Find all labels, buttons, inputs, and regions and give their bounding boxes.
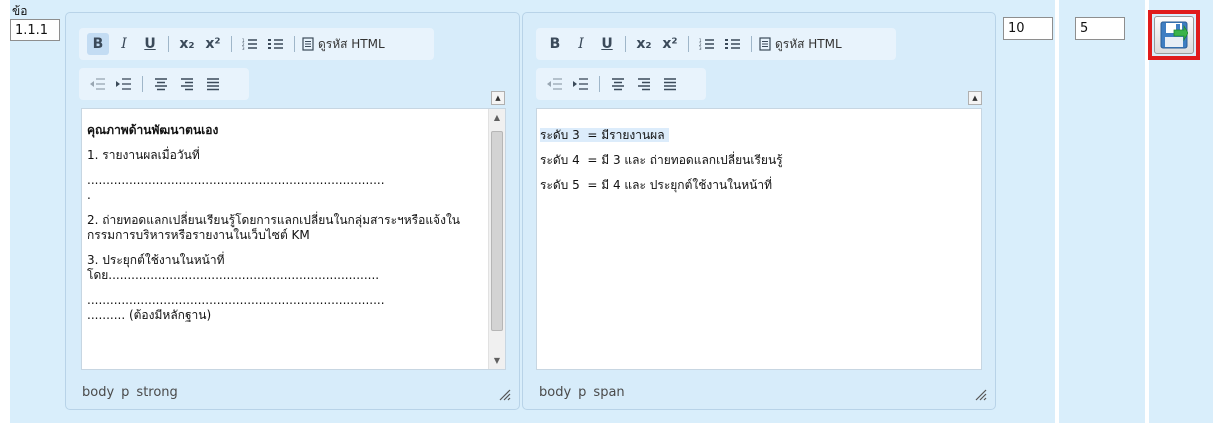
expand-toolbar-button[interactable]: ▲: [491, 91, 505, 105]
bullet-list-icon: [725, 39, 740, 49]
align-toolbar: [79, 68, 249, 100]
toolbar-separator: [599, 76, 600, 92]
bullet-list-icon: [268, 39, 283, 49]
ordered-list-button[interactable]: 123: [696, 33, 718, 55]
toolbar-separator: [142, 76, 143, 92]
view-html-label: ดูรหัส HTML: [775, 36, 842, 51]
description-line: 2. ถ่ายทอดแลกเปลี่ยนเรียนรู้โดยการแลกเปล…: [87, 213, 461, 242]
criteria-line: ระดับ 4 = มี 3 และ ถ่ายทอดแลกเปลี่ยนเรีย…: [540, 153, 783, 167]
path-item[interactable]: p: [121, 385, 129, 400]
view-html-button[interactable]: ดูรหัส HTML: [302, 33, 385, 55]
path-item[interactable]: strong: [136, 385, 177, 400]
align-center-icon: [612, 78, 624, 91]
path-item[interactable]: p: [578, 385, 586, 400]
bullet-list-button[interactable]: [722, 33, 744, 55]
toolbar-separator: [294, 36, 295, 52]
toolbar-separator: [688, 36, 689, 52]
svg-text:3: 3: [242, 46, 245, 51]
element-path-bar: body p strong: [66, 375, 519, 409]
indent-icon: [573, 78, 588, 90]
save-button[interactable]: [1154, 16, 1194, 54]
underline-button[interactable]: U: [596, 33, 618, 55]
criteria-editor: B I U x₂ x² 123 ดูรหัส HTML ▲ ระดับ 3 = …: [522, 12, 996, 410]
bold-button[interactable]: B: [87, 33, 109, 55]
score-value-field[interactable]: [1075, 17, 1125, 40]
toolbar-separator: [168, 36, 169, 52]
path-item[interactable]: body: [82, 385, 114, 400]
description-heading: คุณภาพด้านพัฒนาตนเอง: [87, 123, 219, 137]
scroll-thumb[interactable]: [491, 131, 503, 331]
save-disk-icon: [1160, 21, 1188, 49]
justify-button[interactable]: [659, 73, 681, 95]
document-icon: [302, 37, 314, 51]
outdent-icon: [90, 78, 105, 90]
subscript-button[interactable]: x₂: [176, 33, 198, 55]
toolbar-separator: [625, 36, 626, 52]
score-max-column: [1000, 0, 1055, 423]
path-item[interactable]: span: [593, 385, 624, 400]
element-path-bar: body p span: [523, 375, 995, 409]
view-html-button[interactable]: ดูรหัส HTML: [759, 33, 842, 55]
align-right-icon: [638, 78, 650, 91]
criteria-content[interactable]: ระดับ 3 = มีรายงานผล ระดับ 4 = มี 3 และ …: [536, 108, 982, 370]
toolbar-separator: [751, 36, 752, 52]
resize-handle-icon[interactable]: [499, 389, 511, 401]
toolbar-separator: [231, 36, 232, 52]
view-html-label: ดูรหัส HTML: [318, 36, 385, 51]
superscript-button[interactable]: x²: [202, 33, 224, 55]
justify-button[interactable]: [202, 73, 224, 95]
scroll-up-arrow-icon[interactable]: ▲: [489, 109, 505, 126]
description-line: ........................................…: [87, 293, 385, 322]
score-max-field[interactable]: [1003, 17, 1053, 40]
description-editor: B I U x₂ x² 123 ดูรหัส HTML ▲ คุณภาพด้าน…: [65, 12, 520, 410]
path-item[interactable]: body: [539, 385, 571, 400]
resize-handle-icon[interactable]: [975, 389, 987, 401]
outdent-icon: [547, 78, 562, 90]
format-toolbar: B I U x₂ x² 123 ดูรหัส HTML: [79, 28, 434, 60]
item-number-field[interactable]: [10, 19, 60, 41]
indent-button[interactable]: [570, 73, 592, 95]
description-content[interactable]: คุณภาพด้านพัฒนาตนเอง 1. รายงานผลเมื่อวัน…: [81, 108, 506, 370]
criteria-line: ระดับ 3 = มีรายงานผล: [537, 128, 967, 143]
scroll-down-arrow-icon[interactable]: ▼: [489, 352, 505, 369]
align-right-button[interactable]: [176, 73, 198, 95]
ordered-list-button[interactable]: 123: [239, 33, 261, 55]
svg-text:3: 3: [699, 46, 702, 51]
indent-button[interactable]: [113, 73, 135, 95]
align-center-button[interactable]: [150, 73, 172, 95]
bullet-list-button[interactable]: [265, 33, 287, 55]
description-line: 3. ประยุกต์ใช้งานในหน้าที่ โดย..........…: [87, 253, 380, 282]
ordered-list-icon: 123: [242, 38, 257, 51]
italic-button[interactable]: I: [570, 33, 592, 55]
description-line: 1. รายงานผลเมื่อวันที่: [87, 148, 200, 162]
document-icon: [759, 37, 771, 51]
outdent-button[interactable]: [87, 73, 109, 95]
bold-button[interactable]: B: [544, 33, 566, 55]
align-center-icon: [155, 78, 167, 91]
align-right-button[interactable]: [633, 73, 655, 95]
underline-button[interactable]: U: [139, 33, 161, 55]
ordered-list-icon: 123: [699, 38, 714, 51]
align-toolbar: [536, 68, 706, 100]
score-value-column: [1059, 0, 1145, 423]
expand-toolbar-button[interactable]: ▲: [968, 91, 982, 105]
description-line: ........................................…: [87, 173, 385, 202]
save-column: [1149, 0, 1213, 423]
italic-button[interactable]: I: [113, 33, 135, 55]
subscript-button[interactable]: x₂: [633, 33, 655, 55]
justify-icon: [207, 78, 219, 91]
criteria-line-selected: ระดับ 3 = มีรายงานผล: [540, 128, 669, 142]
format-toolbar: B I U x₂ x² 123 ดูรหัส HTML: [536, 28, 896, 60]
criteria-line: ระดับ 5 = มี 4 และ ประยุกต์ใช้งานในหน้าท…: [540, 178, 772, 192]
vertical-scrollbar[interactable]: ▲ ▼: [488, 109, 505, 369]
outdent-button[interactable]: [544, 73, 566, 95]
align-center-button[interactable]: [607, 73, 629, 95]
indent-icon: [116, 78, 131, 90]
align-right-icon: [181, 78, 193, 91]
justify-icon: [664, 78, 676, 91]
superscript-button[interactable]: x²: [659, 33, 681, 55]
